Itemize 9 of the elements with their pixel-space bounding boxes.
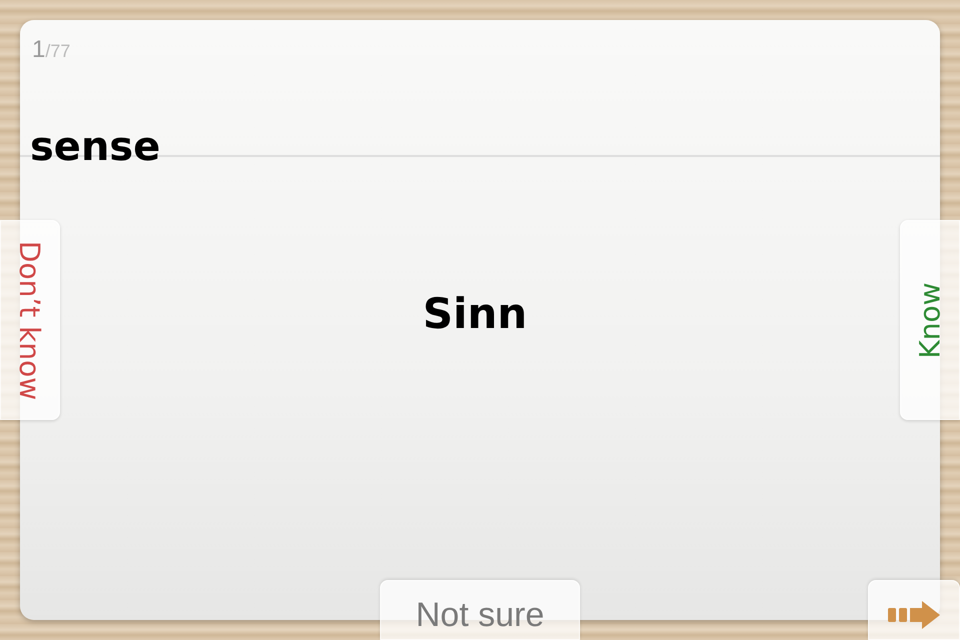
term-text: sense [30, 127, 160, 167]
card-number: 1 [32, 36, 46, 64]
translation-text: Sinn [422, 289, 528, 340]
arrow-icon [888, 601, 940, 629]
next-button[interactable] [868, 580, 960, 640]
dont-know-button[interactable]: Don’t know [0, 220, 60, 420]
know-button[interactable]: Know [900, 220, 960, 420]
card-total: /77 [45, 41, 70, 62]
not-sure-button[interactable]: Not sure [380, 580, 580, 640]
